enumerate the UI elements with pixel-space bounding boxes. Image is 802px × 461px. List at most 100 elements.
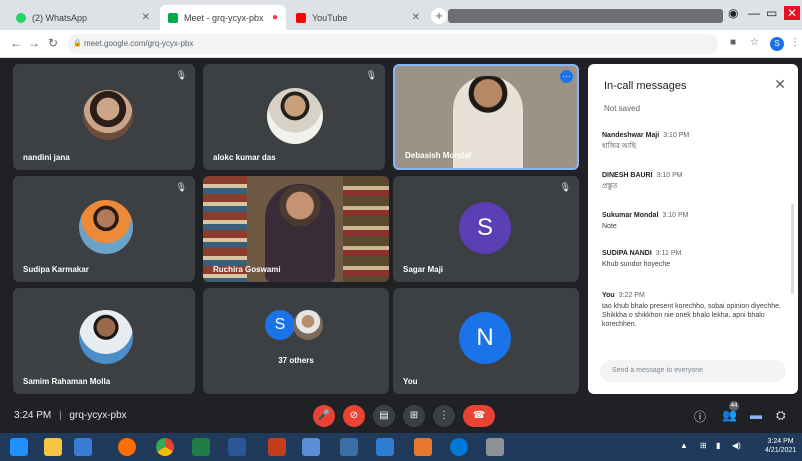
participant-name: You	[403, 377, 418, 386]
avatar	[79, 310, 133, 364]
chat-message-input[interactable]: Send a message to everyone	[600, 360, 786, 382]
avatar	[293, 310, 323, 340]
participant-name: Sagar Maji	[403, 265, 444, 274]
network-icon[interactable]: ⊞	[700, 441, 707, 450]
powerpoint-icon[interactable]	[268, 438, 286, 456]
meeting-code: grq-ycyx-pbx	[69, 410, 127, 421]
address-bar: ← → ↻ 🔒 meet.google.com/grq-ycyx-pbx ■ ☆…	[0, 30, 802, 58]
volume-icon[interactable]: ◀)	[732, 441, 741, 450]
message-sender: DINESH BAURI	[602, 172, 653, 179]
participant-tile[interactable]: Ruchira Goswami	[203, 176, 389, 282]
tab-whatsapp[interactable]: (2) WhatsApp ✕	[8, 5, 158, 30]
participant-name: Debasish Mondal	[405, 151, 471, 160]
browser-tab-strip: (2) WhatsApp ✕ Meet - grq-ycyx-pbx ● You…	[0, 0, 802, 30]
close-icon[interactable]: ✕	[774, 76, 786, 93]
info-icon[interactable]: ⓘ	[694, 408, 706, 425]
chat-title: In-call messages	[604, 80, 687, 92]
youtube-icon	[296, 12, 306, 23]
mic-toggle-button[interactable]: 🎤	[313, 405, 335, 427]
app-icon[interactable]	[486, 438, 504, 456]
chat-icon[interactable]: ▬	[750, 408, 762, 422]
participant-name: nandini jana	[23, 153, 70, 162]
window-close-icon[interactable]: ✕	[784, 6, 801, 20]
bookshelf-background	[343, 176, 389, 282]
participant-tile-others[interactable]: S 37 others	[203, 288, 389, 394]
back-icon[interactable]: ←	[10, 36, 22, 50]
paint-icon[interactable]	[302, 438, 320, 456]
app-icon[interactable]	[414, 438, 432, 456]
participant-tile-self[interactable]: N You	[393, 288, 579, 394]
chat-panel: In-call messages ✕ Not saved Nandeshwar …	[588, 64, 798, 394]
chat-note: Not saved	[604, 104, 641, 113]
star-icon[interactable]: ☆	[750, 37, 759, 48]
close-icon[interactable]: ●	[272, 12, 278, 23]
network-app-icon[interactable]	[340, 438, 358, 456]
captions-button[interactable]: ▤	[373, 405, 395, 427]
close-icon[interactable]: ✕	[142, 12, 150, 23]
close-icon[interactable]: ✕	[412, 12, 420, 23]
leave-call-button[interactable]: ☎	[463, 405, 495, 427]
maximize-icon[interactable]: ▭	[766, 6, 777, 20]
url-input[interactable]: 🔒 meet.google.com/grq-ycyx-pbx	[68, 34, 718, 54]
participant-tile-speaking[interactable]: ⋯ Debasish Mondal	[393, 64, 579, 170]
avatar	[267, 88, 323, 144]
media-icon[interactable]: ◉	[728, 6, 738, 20]
chat-message: DINESH BAURI 3:10 PM প্রস্তুত	[602, 172, 782, 191]
tab-meet[interactable]: Meet - grq-ycyx-pbx ●	[160, 5, 286, 30]
chrome-icon[interactable]	[156, 438, 174, 456]
avatar: N	[459, 312, 511, 364]
present-button[interactable]: ⊞	[403, 405, 425, 427]
app-icon[interactable]	[376, 438, 394, 456]
participant-tile[interactable]: 🎙 nandini jana	[13, 64, 195, 170]
whatsapp-icon	[16, 12, 26, 23]
message-text: Khub sundor hoyeche	[602, 261, 671, 268]
participant-tile[interactable]: Samim Rahaman Molla	[13, 288, 195, 394]
chat-message: Nandeshwar Maji 3:10 PM হাজির আছি	[602, 132, 782, 151]
reload-icon[interactable]: ↻	[48, 36, 58, 50]
tab-youtube[interactable]: YouTube ✕	[288, 5, 428, 30]
chat-input-placeholder: Send a message to everyone	[612, 367, 704, 374]
participant-tile[interactable]: 🎙 Sudipa Karmakar	[13, 176, 195, 282]
meeting-stage: 🎙 nandini jana 🎙 alokc kumar das ⋯ Debas…	[0, 58, 802, 433]
chat-message: Sukumar Mondal 3:10 PM Note	[602, 212, 782, 231]
excel-icon[interactable]	[192, 438, 210, 456]
mic-off-icon: 🎙	[559, 182, 571, 192]
new-tab-button[interactable]: +	[431, 8, 447, 24]
camera-icon[interactable]: ■	[730, 37, 736, 48]
meeting-time: 3:24 PM	[14, 410, 52, 421]
file-explorer-icon[interactable]	[44, 438, 62, 456]
tab-label: (2) WhatsApp	[32, 12, 88, 23]
avatar	[83, 90, 133, 140]
firefox-icon[interactable]	[118, 438, 136, 456]
mic-off-icon: 🎙	[175, 182, 187, 192]
clock-date: 4/21/2021	[765, 447, 797, 454]
message-text: হাজির আছি	[602, 143, 637, 150]
activities-icon[interactable]: ⛭	[776, 408, 786, 423]
camera-toggle-button[interactable]: ⊘	[343, 405, 365, 427]
chat-scrollbar[interactable]	[791, 204, 794, 294]
word-icon[interactable]	[228, 438, 246, 456]
message-text: Note	[602, 223, 617, 230]
battery-icon[interactable]: ▮	[716, 441, 720, 450]
clock-time: 3:24 PM	[767, 438, 794, 445]
minimize-icon[interactable]: —	[748, 6, 760, 20]
profile-avatar[interactable]: S	[770, 37, 784, 51]
participant-tile[interactable]: 🎙 alokc kumar das	[203, 64, 385, 170]
people-count-badge: 44	[729, 401, 739, 411]
meet-icon	[168, 12, 178, 23]
app-icon[interactable]	[450, 438, 468, 456]
participant-tile[interactable]: 🎙 S Sagar Maji	[393, 176, 579, 282]
more-options-button[interactable]: ⋮	[433, 405, 455, 427]
start-icon[interactable]	[10, 438, 28, 456]
taskbar-clock[interactable]: 3:24 PM 4/21/2021	[765, 437, 796, 455]
message-sender: SUDIPA NANDI	[602, 250, 652, 257]
avatar-letter: N	[476, 324, 494, 351]
tab-label: Meet - grq-ycyx-pbx	[184, 12, 264, 23]
message-text: প্রস্তুত	[602, 183, 618, 190]
menu-icon[interactable]: ⋮	[790, 37, 800, 48]
message-sender: You	[602, 292, 615, 299]
participant-name: Samim Rahaman Molla	[23, 377, 111, 386]
media-player-icon[interactable]	[74, 438, 92, 456]
forward-icon[interactable]: →	[28, 36, 40, 50]
tray-arrow-icon[interactable]: ▲	[680, 441, 688, 450]
